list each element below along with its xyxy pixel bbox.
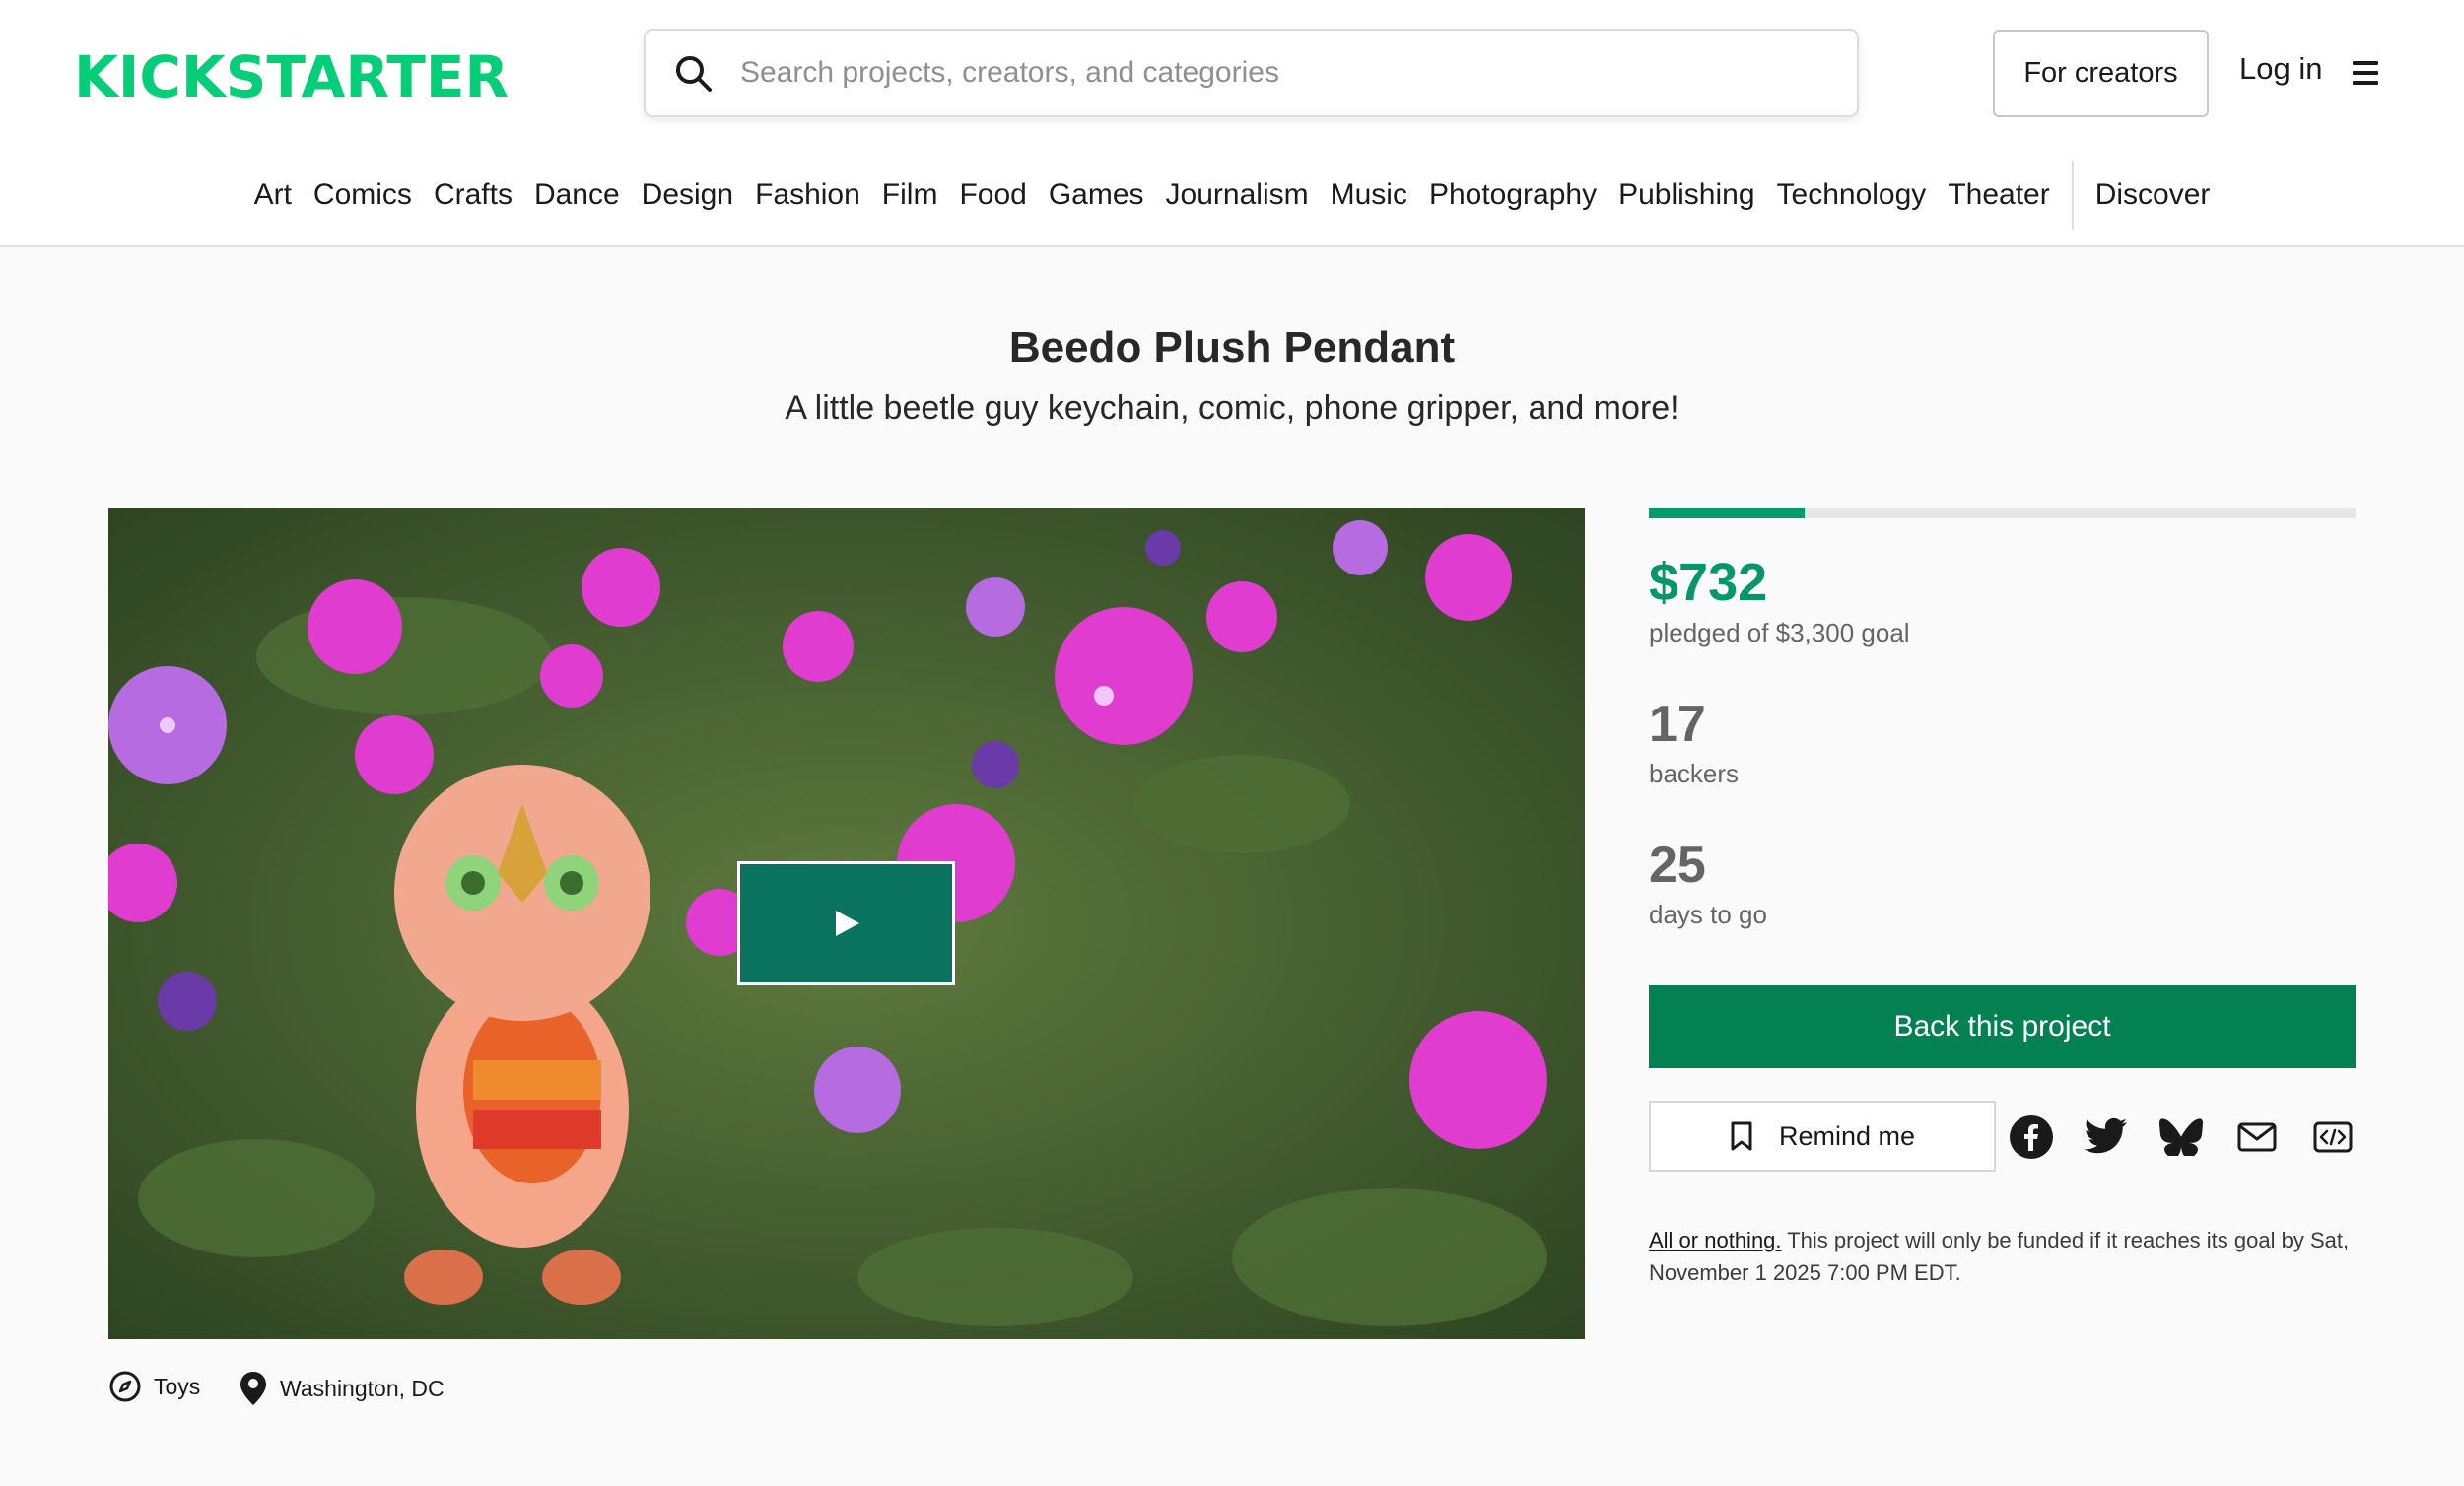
remind-me-label: Remind me	[1778, 1120, 1916, 1151]
remind-me-button[interactable]: Remind me	[1649, 1101, 1996, 1172]
location-pin-icon	[240, 1372, 266, 1405]
days-remaining: 25	[1649, 837, 1706, 894]
embed-icon	[2313, 1121, 2353, 1153]
all-or-nothing-link[interactable]: All or nothing.	[1649, 1228, 1782, 1252]
category-nav: Art Comics Crafts Dance Design Fashion F…	[0, 161, 2464, 230]
category-games[interactable]: Games	[1038, 178, 1155, 212]
for-creators-button[interactable]: For creators	[1993, 30, 2209, 117]
backers-count: 17	[1649, 696, 1706, 753]
category-music[interactable]: Music	[1320, 178, 1418, 212]
nav-divider	[2071, 161, 2074, 230]
discover-link[interactable]: Discover	[2085, 178, 2222, 212]
category-journalism[interactable]: Journalism	[1155, 178, 1320, 212]
project-subtitle: A little beetle guy keychain, comic, pho…	[785, 389, 1679, 427]
days-remaining-label: days to go	[1649, 900, 1767, 929]
pledged-amount: $732	[1649, 553, 1768, 612]
share-bluesky[interactable]	[2158, 1114, 2204, 1160]
category-technology[interactable]: Technology	[1766, 178, 1938, 212]
category-label: Toys	[154, 1373, 201, 1399]
backers-label: backers	[1649, 759, 1740, 788]
login-link[interactable]: Log in	[2239, 51, 2322, 87]
category-art[interactable]: Art	[243, 178, 303, 212]
search-icon	[676, 56, 712, 92]
category-film[interactable]: Film	[871, 178, 949, 212]
category-fashion[interactable]: Fashion	[744, 178, 871, 212]
project-title: Beedo Plush Pendant	[1008, 323, 1456, 372]
project-category[interactable]: Toys	[108, 1370, 200, 1403]
category-food[interactable]: Food	[948, 178, 1037, 212]
svg-text:KICKSTARTER: KICKSTARTER	[74, 47, 509, 101]
project-location[interactable]: Washington, DC	[239, 1370, 445, 1407]
share-email[interactable]	[2234, 1114, 2280, 1160]
category-comics[interactable]: Comics	[303, 178, 423, 212]
location-label: Washington, DC	[280, 1375, 445, 1401]
funding-progress-bar	[1649, 508, 2356, 518]
category-crafts[interactable]: Crafts	[423, 178, 523, 212]
share-facebook[interactable]	[2009, 1114, 2054, 1160]
menu-icon[interactable]	[2351, 59, 2384, 87]
compass-icon	[109, 1371, 141, 1402]
kickstarter-logo-mark: KICKSTARTER	[74, 47, 509, 101]
category-theater[interactable]: Theater	[1937, 178, 2060, 212]
search-bar[interactable]	[644, 29, 1859, 117]
play-button[interactable]	[737, 861, 955, 985]
facebook-icon	[2010, 1115, 2053, 1159]
search-input[interactable]	[740, 56, 1805, 90]
back-project-button[interactable]: Back this project	[1649, 985, 2356, 1068]
pledged-goal-label: pledged of $3,300 goal	[1649, 618, 1910, 647]
category-dance[interactable]: Dance	[523, 178, 631, 212]
category-publishing[interactable]: Publishing	[1608, 178, 1765, 212]
site-header: KICKSTARTER For creators Log in Art Comi…	[0, 0, 2464, 247]
twitter-icon	[2084, 1117, 2127, 1154]
share-embed[interactable]	[2310, 1114, 2356, 1160]
category-design[interactable]: Design	[631, 178, 744, 212]
kickstarter-logo[interactable]: KICKSTARTER	[74, 47, 509, 101]
bookmark-icon	[1731, 1121, 1752, 1151]
project-video[interactable]	[108, 508, 1585, 1339]
bluesky-icon	[2159, 1118, 2203, 1156]
email-icon	[2237, 1122, 2277, 1152]
play-icon	[835, 911, 859, 936]
category-photography[interactable]: Photography	[1418, 178, 1608, 212]
share-twitter[interactable]	[2084, 1114, 2129, 1160]
funding-progress-fill	[1649, 508, 1805, 518]
funding-note: All or nothing. This project will only b…	[1649, 1224, 2359, 1289]
